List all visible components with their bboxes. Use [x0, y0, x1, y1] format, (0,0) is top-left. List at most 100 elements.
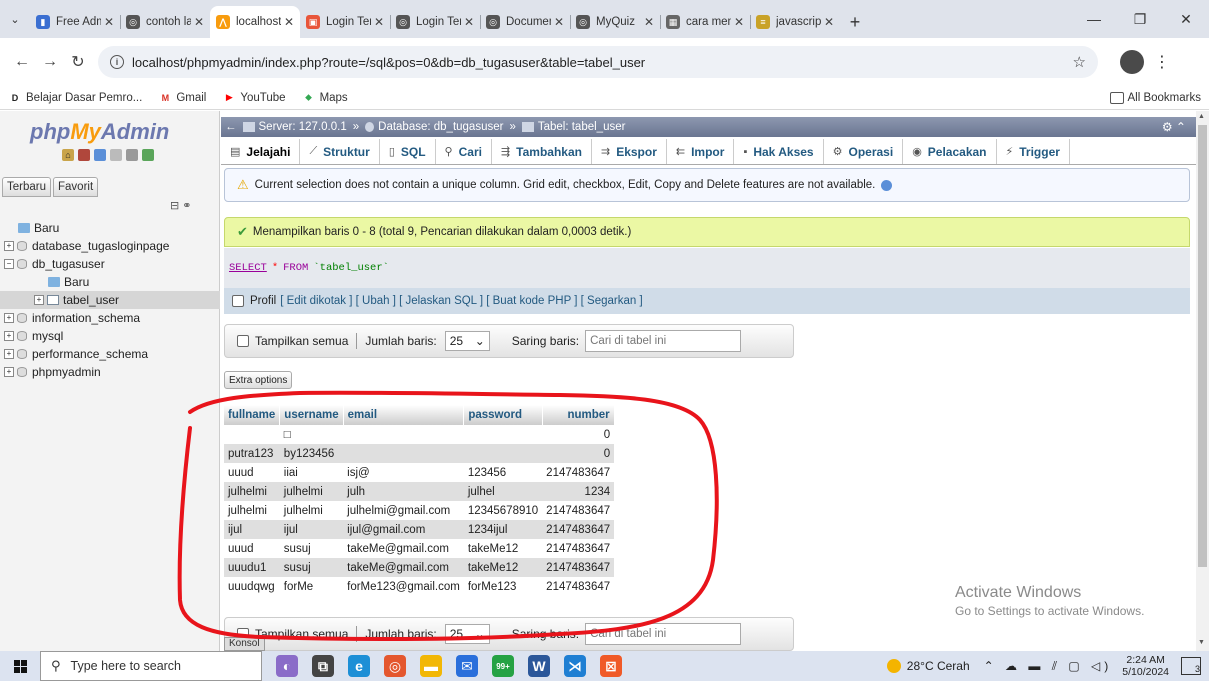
- settings-icon[interactable]: [126, 149, 138, 161]
- site-info-icon[interactable]: i: [110, 55, 124, 69]
- breadcrumb-database[interactable]: Database: db_tugasuser: [365, 121, 503, 133]
- notification-icon[interactable]: 3: [1181, 657, 1201, 675]
- tree-item[interactable]: + phpmyadmin: [0, 363, 220, 381]
- tree-item[interactable]: Baru: [0, 273, 220, 291]
- all-bookmarks-button[interactable]: All Bookmarks: [1109, 91, 1201, 104]
- browser-tab[interactable]: ◎ MyQuiz ✕: [570, 6, 660, 38]
- tab-tambahkan[interactable]: ⇶ Tambahkan: [492, 139, 592, 164]
- scrollbar-thumb[interactable]: [1198, 125, 1207, 567]
- tab-close-icon[interactable]: ✕: [374, 15, 384, 29]
- docs-icon[interactable]: [110, 149, 122, 161]
- tab-sql[interactable]: ▯ SQL: [380, 139, 436, 164]
- bookmark-item[interactable]: D Belajar Dasar Pemro...: [8, 92, 143, 104]
- widget-icon[interactable]: ◐: [276, 655, 298, 677]
- browser-tab[interactable]: ≡ javascript ✕: [750, 6, 840, 38]
- url-omnibox[interactable]: i localhost/phpmyadmin/index.php?route=/…: [98, 46, 1098, 78]
- bookmark-item[interactable]: M Gmail: [158, 92, 207, 104]
- browser-tab[interactable]: ◎ Login Ten ✕: [390, 6, 480, 38]
- column-header[interactable]: fullname: [224, 405, 281, 425]
- tab-cari[interactable]: ⚲ Cari: [436, 139, 492, 164]
- expand-plus-icon[interactable]: +: [4, 349, 14, 359]
- profiling-checkbox[interactable]: [232, 295, 244, 307]
- xampp-icon[interactable]: ⊠: [600, 655, 622, 677]
- expand-plus-icon[interactable]: +: [4, 367, 14, 377]
- word-icon[interactable]: W: [528, 655, 550, 677]
- browser-tab[interactable]: ◎ contoh la ✕: [120, 6, 210, 38]
- tab-struktur[interactable]: ⟋ Struktur: [300, 139, 380, 164]
- column-header[interactable]: username: [279, 405, 344, 425]
- reload-nav-icon[interactable]: [142, 149, 154, 161]
- tab-close-icon[interactable]: ✕: [464, 15, 474, 29]
- tab-close-icon[interactable]: ✕: [194, 15, 204, 29]
- gear-icon[interactable]: ⚙ ⌃: [1162, 120, 1186, 134]
- tab-close-icon[interactable]: ✕: [554, 15, 564, 29]
- tab-search-chevron-icon[interactable]: ⌄: [0, 0, 30, 38]
- breadcrumb-table[interactable]: Tabel: tabel_user: [521, 121, 625, 133]
- tab-close-icon[interactable]: ✕: [734, 15, 744, 29]
- bookmark-star-icon[interactable]: ☆: [1073, 53, 1086, 71]
- extra-options-button[interactable]: Extra options: [224, 371, 293, 389]
- collapse-arrow-icon[interactable]: ←: [225, 121, 237, 133]
- tab-favorite[interactable]: Favorit: [53, 177, 99, 197]
- new-tab-button[interactable]: +: [840, 6, 870, 38]
- vscode-icon[interactable]: ⋊: [564, 655, 586, 677]
- expand-plus-icon[interactable]: +: [34, 295, 44, 305]
- maximize-icon[interactable]: ❐: [1117, 11, 1163, 28]
- back-arrow-icon[interactable]: ←: [8, 48, 36, 76]
- tab-impor[interactable]: ⇇ Impor: [667, 139, 735, 164]
- scroll-down-icon[interactable]: ▼: [1198, 639, 1205, 646]
- whatsapp-icon[interactable]: 99+: [492, 655, 514, 677]
- tree-item[interactable]: + mysql: [0, 327, 220, 345]
- bookmark-item[interactable]: ⬥ Maps: [302, 92, 347, 104]
- taskbar-clock[interactable]: 2:24 AM 5/10/2024: [1122, 654, 1169, 678]
- tab-trigger[interactable]: ⚡ Trigger: [997, 139, 1070, 164]
- help-icon[interactable]: [94, 149, 106, 161]
- collapse-link-icons[interactable]: ⊟ ⚭: [170, 199, 192, 212]
- scroll-up-icon[interactable]: ▲: [1198, 113, 1205, 120]
- browser-menu-icon[interactable]: ⋮: [1152, 52, 1172, 72]
- bookmark-item[interactable]: ▶ YouTube: [222, 92, 286, 104]
- tab-hak-akses[interactable]: ▪ Hak Akses: [734, 139, 824, 164]
- browser-tab[interactable]: ◎ Documen ✕: [480, 6, 570, 38]
- tree-item[interactable]: + performance_schema: [0, 345, 220, 363]
- tree-item[interactable]: + database_tugasloginpage: [0, 237, 220, 255]
- query-action-links[interactable]: [ Edit dikotak ] [ Ubah ] [ Jelaskan SQL…: [280, 295, 642, 307]
- home-icon[interactable]: ⌂: [62, 149, 74, 161]
- collapse-minus-icon[interactable]: −: [4, 259, 14, 269]
- weather-widget[interactable]: 28°C Cerah: [886, 659, 970, 673]
- tab-close-icon[interactable]: ✕: [644, 15, 654, 29]
- rows-per-page-select[interactable]: 25 ⌄: [444, 331, 490, 351]
- filter-rows-input-bottom[interactable]: Cari di tabel ini: [585, 623, 742, 645]
- rows-per-page-select-bottom[interactable]: 25 ⌄: [444, 624, 490, 644]
- logout-icon[interactable]: [78, 149, 90, 161]
- main-scrollbar[interactable]: ▲ ▼: [1196, 111, 1209, 651]
- breadcrumb-server[interactable]: Server: 127.0.0.1: [242, 121, 347, 133]
- tab-close-icon[interactable]: ✕: [824, 15, 834, 29]
- tab-pelacakan[interactable]: ◉ Pelacakan: [903, 139, 997, 164]
- browser-tab[interactable]: ▮ Free Adm ✕: [30, 6, 120, 38]
- reload-icon[interactable]: ↻: [64, 48, 92, 76]
- close-window-icon[interactable]: ✕: [1163, 11, 1209, 28]
- tree-item[interactable]: − db_tugasuser: [0, 255, 220, 273]
- mail-icon[interactable]: ✉: [456, 655, 478, 677]
- tab-close-icon[interactable]: ✕: [284, 15, 294, 29]
- column-header[interactable]: password: [463, 405, 543, 425]
- tab-ekspor[interactable]: ⇉ Ekspor: [592, 139, 667, 164]
- show-all-checkbox[interactable]: [237, 335, 249, 347]
- browser-tab[interactable]: ⋀ localhost ✕: [210, 6, 300, 38]
- taskview-icon[interactable]: ⧉: [312, 655, 334, 677]
- explorer-icon[interactable]: ▬: [420, 655, 442, 677]
- windows-start-icon[interactable]: [0, 659, 40, 673]
- minimize-icon[interactable]: —: [1071, 11, 1117, 27]
- tab-operasi[interactable]: ⚙ Operasi: [824, 139, 904, 164]
- console-toggle[interactable]: Konsol: [224, 637, 265, 651]
- chrome-icon[interactable]: ◎: [384, 655, 406, 677]
- browser-tab[interactable]: ▣ Login Ten ✕: [300, 6, 390, 38]
- expand-plus-icon[interactable]: +: [4, 313, 14, 323]
- tab-jelajahi[interactable]: ▤ Jelajahi: [221, 139, 301, 164]
- sql-query-display[interactable]: SELECT * FROM `tabel_user`: [224, 248, 1190, 288]
- tree-item[interactable]: Baru: [0, 219, 220, 237]
- taskbar-search-box[interactable]: ⚲ Type here to search: [40, 651, 262, 681]
- tree-item[interactable]: + information_schema: [0, 309, 220, 327]
- help-icon[interactable]: [881, 179, 893, 191]
